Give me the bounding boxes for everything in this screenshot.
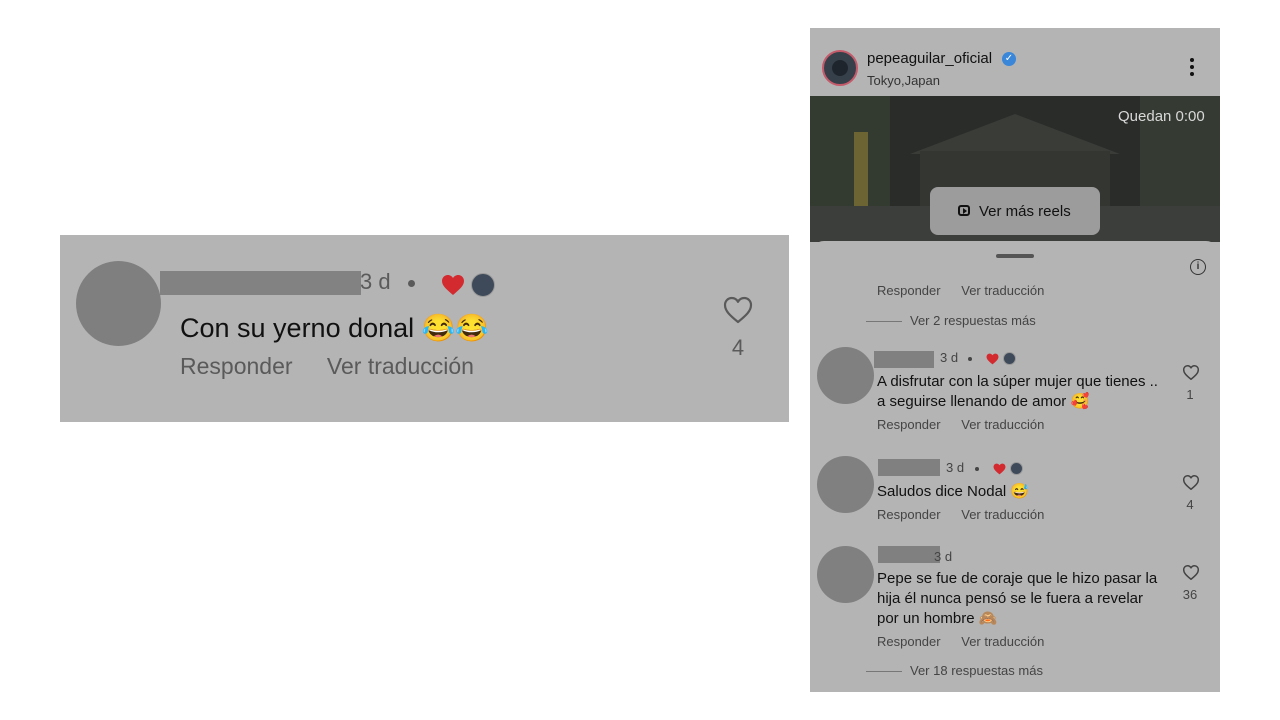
like-heart-icon[interactable]: [1182, 364, 1200, 381]
like-count: 4: [1186, 497, 1194, 512]
creator-avatar-mini: [1003, 352, 1016, 365]
comment-text: Saludos dice Nodal 😅: [877, 483, 1030, 500]
reply-button[interactable]: Responder: [877, 417, 941, 432]
like-count: 4: [731, 335, 745, 360]
avatar[interactable]: [817, 456, 874, 513]
avatar[interactable]: [76, 261, 161, 346]
reply-button[interactable]: Responder: [877, 634, 941, 649]
comment-text: Pepe se fue de coraje que le hizo pasar …: [877, 570, 1158, 627]
phone-screen: pepeaguilar_oficial ✓ Tokyo,Japan Quedan…: [810, 28, 1220, 692]
redacted-username: [878, 546, 940, 563]
reply-button[interactable]: Responder: [180, 353, 293, 379]
redacted-username: [878, 459, 940, 476]
comment-actions: Responder Ver traducción: [180, 353, 502, 380]
zoomed-comment: 3 d Con su yerno donal 😂😂 Responder Ver …: [60, 235, 789, 422]
comment-actions: Responder Ver traducción: [877, 507, 1061, 522]
creator-liked-heart-icon: [442, 275, 464, 295]
separator-dot: [408, 280, 415, 287]
info-icon[interactable]: i: [1190, 259, 1206, 275]
redacted-username: [874, 351, 934, 368]
creator-avatar-mini: [1010, 462, 1023, 475]
creator-liked-heart-icon: [993, 463, 1006, 475]
view-more-replies-button[interactable]: Ver 18 respuestas más: [866, 663, 1043, 678]
verified-badge-icon: ✓: [1002, 52, 1016, 66]
comment-time: 3 d: [946, 460, 965, 475]
comment-time: 3 d: [934, 549, 953, 564]
translate-button[interactable]: Ver traducción: [961, 417, 1044, 432]
creator-avatar-mini: [471, 273, 495, 297]
reply-button[interactable]: Responder: [877, 507, 941, 522]
username-link[interactable]: pepeaguilar_oficial: [867, 50, 992, 67]
view-more-replies-label: Ver 2 respuestas más: [910, 313, 1036, 328]
more-reels-button[interactable]: Ver más reels: [930, 187, 1100, 235]
profile-avatar[interactable]: [822, 50, 858, 86]
comment-actions: Responder Ver traducción: [877, 417, 1061, 432]
comment-time: 3 d: [940, 350, 959, 365]
like-heart-icon[interactable]: [722, 295, 754, 325]
comment-time: 3 d: [360, 269, 391, 294]
reply-button[interactable]: Responder: [877, 283, 941, 298]
view-more-replies-button[interactable]: Ver 2 respuestas más: [866, 313, 1036, 328]
comment-text: Con su yerno donal 😂😂: [180, 313, 489, 343]
post-header: pepeaguilar_oficial ✓ Tokyo,Japan: [810, 28, 1220, 96]
translate-button[interactable]: Ver traducción: [961, 634, 1044, 649]
separator-dot: [975, 467, 979, 471]
view-more-replies-label: Ver 18 respuestas más: [910, 663, 1043, 678]
reels-icon: [958, 205, 970, 216]
time-remaining: Quedan 0:00: [1118, 108, 1205, 125]
comments-sheet: i Responder Ver traducción Ver 2 respues…: [810, 241, 1220, 692]
redacted-username: [160, 271, 361, 295]
avatar[interactable]: [817, 546, 874, 603]
translate-button[interactable]: Ver traducción: [327, 353, 474, 379]
separator-dot: [968, 357, 972, 361]
location-link[interactable]: Tokyo,Japan: [867, 73, 940, 88]
comment-text: A disfrutar con la súper mujer que tiene…: [877, 373, 1158, 410]
translate-button[interactable]: Ver traducción: [961, 507, 1044, 522]
like-heart-icon[interactable]: [1182, 474, 1200, 491]
sheet-drag-handle[interactable]: [996, 254, 1034, 258]
creator-liked-heart-icon: [986, 353, 999, 365]
like-count: 36: [1182, 587, 1198, 602]
more-options-icon[interactable]: [1190, 58, 1194, 79]
avatar[interactable]: [817, 347, 874, 404]
comment-actions: Responder Ver traducción: [877, 634, 1061, 649]
like-heart-icon[interactable]: [1182, 564, 1200, 581]
comment-actions: Responder Ver traducción: [877, 283, 1061, 298]
translate-button[interactable]: Ver traducción: [961, 283, 1044, 298]
more-reels-label: Ver más reels: [979, 203, 1071, 220]
like-count: 1: [1186, 387, 1194, 402]
